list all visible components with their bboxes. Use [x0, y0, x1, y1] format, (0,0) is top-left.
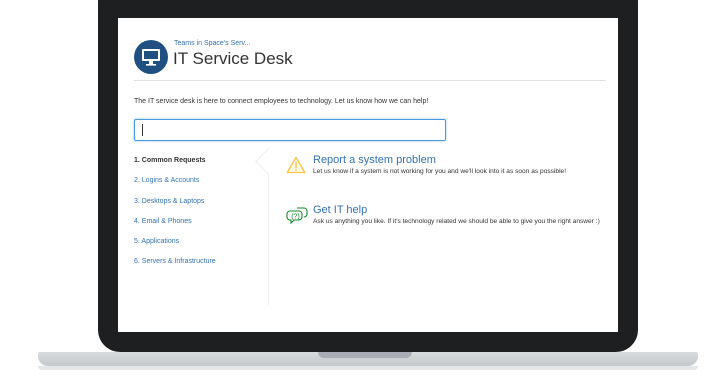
- search-field[interactable]: [134, 119, 446, 141]
- laptop-base-lip: [38, 366, 698, 370]
- question-bubble-icon: (?): [286, 206, 308, 229]
- sidebar-divider: [268, 160, 269, 305]
- request-description: Let us know if a system is not working f…: [313, 168, 567, 175]
- search-input[interactable]: [145, 122, 439, 138]
- svg-text:(?): (?): [291, 213, 300, 220]
- page-title: IT Service Desk: [173, 49, 293, 68]
- breadcrumb[interactable]: Teams in Space's Serv...: [174, 40, 250, 47]
- request-title[interactable]: Report a system problem: [313, 154, 436, 166]
- sidebar-item-applications[interactable]: 5. Applications: [134, 237, 264, 257]
- sidebar-item-desktops-laptops[interactable]: 3. Desktops & Laptops: [134, 197, 264, 217]
- service-desk-screen: Teams in Space's Serv... IT Service Desk…: [118, 18, 618, 332]
- sidebar-item-email-phones[interactable]: 4. Email & Phones: [134, 217, 264, 237]
- request-group-list: 1. Common Requests 2. Logins & Accounts …: [134, 156, 264, 278]
- monitor-icon: [134, 40, 168, 74]
- request-description: Ask us anything you like. If it's techno…: [313, 218, 600, 225]
- text-caret: [142, 124, 143, 136]
- intro-text: The IT service desk is here to connect e…: [134, 98, 429, 105]
- request-title[interactable]: Get IT help: [313, 204, 367, 216]
- sidebar-item-servers-infrastructure[interactable]: 6. Servers & Infrastructure: [134, 257, 264, 277]
- laptop-hinge-notch: [318, 352, 412, 358]
- sidebar-item-logins-accounts[interactable]: 2. Logins & Accounts: [134, 176, 264, 196]
- sidebar-item-common-requests[interactable]: 1. Common Requests: [134, 156, 264, 176]
- warning-icon: [286, 156, 306, 179]
- header-divider: [134, 80, 606, 81]
